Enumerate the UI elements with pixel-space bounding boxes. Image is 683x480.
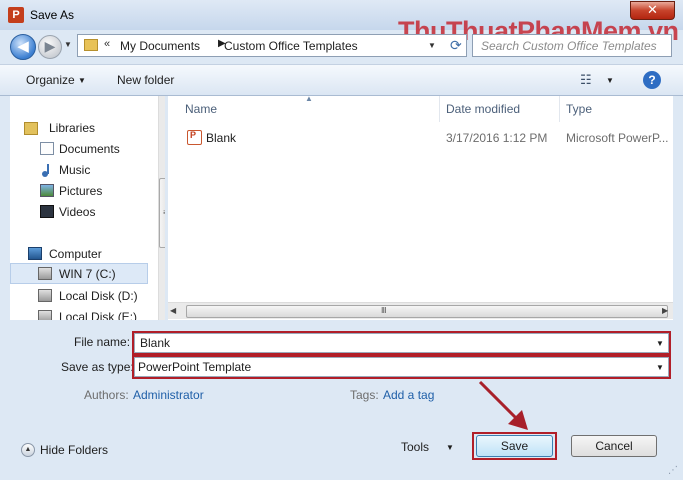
column-header-date-modified[interactable]: Date modified	[446, 102, 520, 116]
folder-icon	[84, 39, 98, 51]
add-tag-link[interactable]: Add a tag	[383, 388, 434, 402]
address-dropdown-icon[interactable]: ▼	[428, 41, 436, 50]
column-header-name[interactable]: Name	[185, 102, 217, 116]
breadcrumb-my-documents[interactable]: My Documents	[120, 39, 200, 53]
overflow-chevron-icon[interactable]: «	[104, 38, 110, 50]
music-icon	[40, 163, 54, 177]
column-divider[interactable]	[439, 96, 440, 122]
address-bar[interactable]: « My Documents ▶ Custom Office Templates…	[77, 34, 467, 57]
authors-value[interactable]: Administrator	[133, 388, 204, 402]
column-divider[interactable]	[559, 96, 560, 122]
scroll-left-icon[interactable]: ◀	[170, 306, 176, 315]
scroll-grip-icon: ≡	[163, 208, 165, 217]
file-name-cell[interactable]: Blank	[206, 131, 236, 145]
views-dropdown-icon[interactable]: ▼	[606, 76, 614, 85]
pictures-icon	[40, 184, 54, 197]
save-as-type-label: Save as type:	[61, 360, 134, 374]
nav-item-music[interactable]: Music	[59, 163, 90, 177]
scroll-right-icon[interactable]: ▶	[662, 306, 668, 315]
nav-item-libraries[interactable]: Libraries	[49, 121, 95, 135]
save-highlight-box	[472, 432, 557, 460]
search-input[interactable]: Search Custom Office Templates	[472, 34, 672, 57]
authors-label: Authors:	[84, 388, 129, 402]
navigation-pane: Libraries Documents Music Pictures Video…	[10, 96, 165, 320]
nav-item-win7-c[interactable]: WIN 7 (C:)	[59, 267, 116, 281]
command-toolbar: Organize ▼ New folder ☷ ▼ ?	[0, 64, 683, 96]
nav-item-local-disk-e[interactable]: Local Disk (E:)	[59, 310, 137, 320]
cancel-button[interactable]: Cancel	[571, 435, 657, 457]
horizontal-scrollbar[interactable]: ◀ Ⅲ ▶	[168, 302, 673, 319]
file-type-cell: Microsoft PowerP...	[566, 131, 669, 145]
sort-ascending-icon: ▲	[305, 94, 313, 103]
drive-icon	[38, 310, 52, 320]
resize-grip-icon[interactable]: ⋰	[668, 465, 678, 476]
tags-label: Tags:	[350, 388, 379, 402]
change-view-icon[interactable]: ☷	[580, 72, 592, 88]
file-name-label: File name:	[74, 335, 131, 349]
documents-icon	[40, 142, 54, 155]
computer-icon	[28, 247, 42, 260]
refresh-icon[interactable]: ⟳	[450, 37, 462, 54]
libraries-icon	[24, 122, 38, 135]
nav-item-computer[interactable]: Computer	[49, 247, 102, 261]
window-title: Save As	[30, 8, 75, 22]
column-header-type[interactable]: Type	[566, 102, 592, 116]
file-list-pane: Name ▲ Date modified Type P Blank 3/17/2…	[168, 94, 673, 320]
recent-locations-dropdown-icon[interactable]: ▼	[64, 40, 72, 49]
help-icon[interactable]: ?	[643, 71, 661, 89]
hide-folders-button[interactable]: Hide Folders	[40, 443, 108, 457]
search-placeholder: Search Custom Office Templates	[481, 39, 657, 53]
organize-button[interactable]: Organize	[26, 73, 75, 87]
annotation-arrow	[478, 380, 528, 430]
file-date-cell: 3/17/2016 1:12 PM	[446, 131, 548, 145]
back-button[interactable]: ◀	[10, 34, 36, 60]
nav-item-videos[interactable]: Videos	[59, 205, 95, 219]
hide-folders-icon[interactable]: ▲	[21, 443, 35, 457]
organize-dropdown-icon[interactable]: ▼	[78, 76, 86, 85]
nav-item-local-disk-d[interactable]: Local Disk (D:)	[59, 289, 138, 303]
scroll-grip-icon: Ⅲ	[381, 306, 387, 315]
save-as-type-highlight-box	[132, 355, 671, 379]
drive-icon	[38, 289, 52, 302]
powerpoint-file-icon-letter: P	[190, 130, 197, 140]
new-folder-button[interactable]: New folder	[117, 73, 174, 87]
powerpoint-app-icon: P	[8, 7, 24, 23]
tools-dropdown-icon[interactable]: ▼	[446, 443, 454, 452]
forward-button[interactable]: ▶	[38, 35, 62, 59]
tools-button[interactable]: Tools	[401, 440, 429, 454]
nav-item-documents[interactable]: Documents	[59, 142, 120, 156]
horizontal-scroll-thumb[interactable]	[186, 305, 668, 318]
nav-item-pictures[interactable]: Pictures	[59, 184, 102, 198]
videos-icon	[40, 205, 54, 218]
file-name-highlight-box	[132, 331, 671, 355]
drive-icon	[38, 267, 52, 280]
breadcrumb-custom-office-templates[interactable]: Custom Office Templates	[224, 39, 358, 53]
